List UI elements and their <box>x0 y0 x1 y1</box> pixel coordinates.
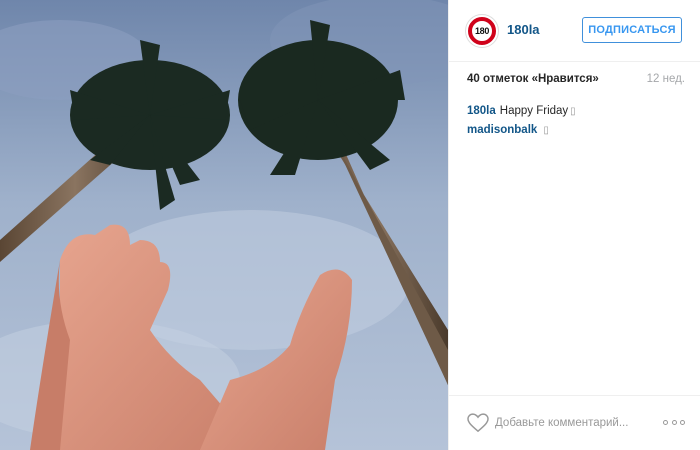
palm-trees-hands-photo <box>0 0 448 450</box>
avatar[interactable]: 180 <box>465 14 499 48</box>
avatar-logo: 180 <box>468 17 496 45</box>
post-time[interactable]: 12 нед. <box>647 73 685 85</box>
instagram-post: 180 180la ПОДПИСАТЬСЯ 40 отметок «Нравит… <box>0 0 700 450</box>
comment-item: madisonbalk ▯ <box>467 121 687 140</box>
emoji-glyph: ▯ <box>570 106 576 117</box>
post-photo[interactable] <box>0 0 448 450</box>
comment-input[interactable] <box>495 413 651 433</box>
dot-icon <box>663 419 668 425</box>
avatar-text: 180 <box>474 26 490 36</box>
post-footer <box>449 395 700 450</box>
likes-count[interactable]: 40 отметок «Нравится» <box>467 73 599 85</box>
post-side-panel: 180 180la ПОДПИСАТЬСЯ 40 отметок «Нравит… <box>448 0 700 450</box>
post-header: 180 180la ПОДПИСАТЬСЯ <box>449 0 700 62</box>
more-options-icon[interactable] <box>663 416 685 428</box>
dot-icon <box>671 419 677 425</box>
comment-author[interactable]: 180la <box>467 105 496 117</box>
follow-button[interactable]: ПОДПИСАТЬСЯ <box>582 17 682 43</box>
post-meta: 40 отметок «Нравится» 12 нед. <box>467 73 685 89</box>
author-username[interactable]: 180la <box>507 22 540 37</box>
comments-list: 180la Happy Friday ▯ madisonbalk ▯ <box>467 102 687 140</box>
comment-text: Happy Friday <box>499 105 569 117</box>
comment-author[interactable]: madisonbalk <box>467 124 537 136</box>
dot-icon <box>680 419 685 425</box>
emoji-glyph: ▯ <box>543 125 549 136</box>
comment-item: 180la Happy Friday ▯ <box>467 102 687 121</box>
heart-icon[interactable] <box>467 413 489 433</box>
